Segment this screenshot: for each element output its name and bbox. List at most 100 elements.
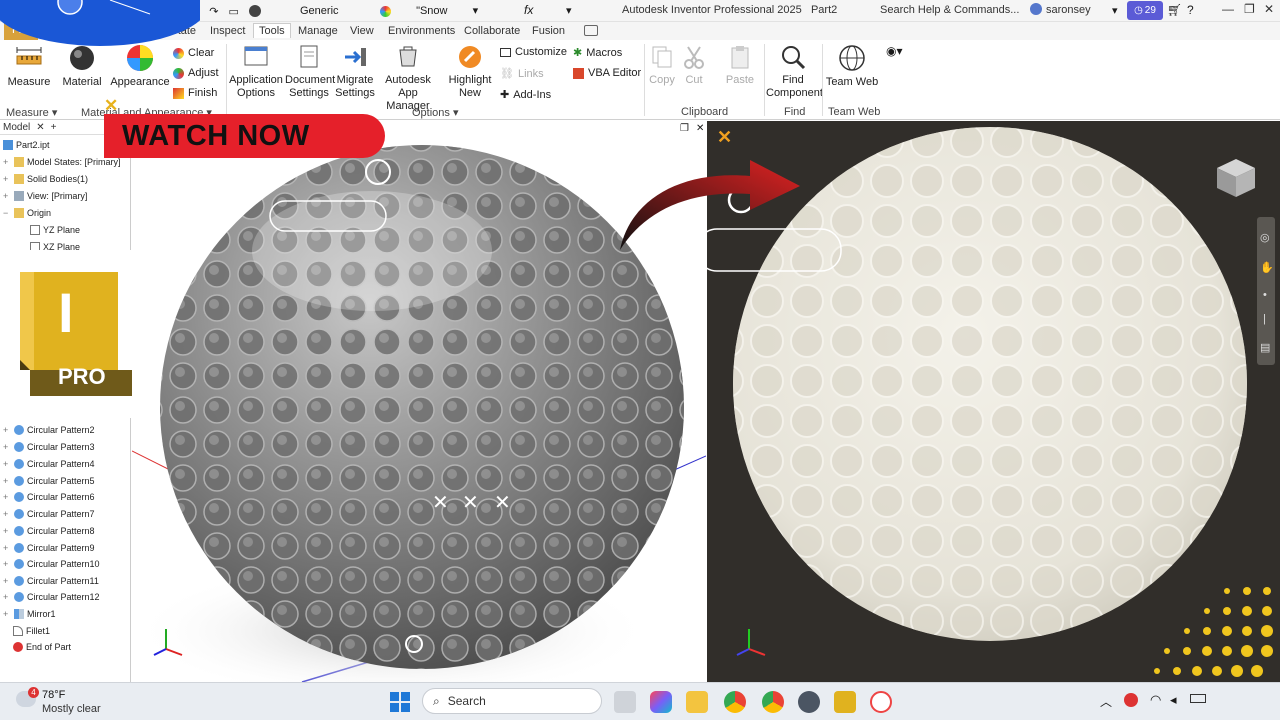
- volume-icon[interactable]: ◂: [1170, 692, 1177, 708]
- minimize-icon[interactable]: —: [1222, 2, 1234, 16]
- style-dropdown[interactable]: Generic ▾: [300, 4, 389, 17]
- tray-app-icon[interactable]: [1124, 693, 1138, 707]
- tab-inspect[interactable]: Inspect: [210, 25, 245, 37]
- view-cube-icon[interactable]: [1213, 155, 1259, 201]
- zoom-icon[interactable]: •: [1263, 289, 1267, 301]
- tree-item[interactable]: + Circular Pattern3: [3, 442, 95, 452]
- windows-start-icon[interactable]: [390, 692, 410, 712]
- orbit-icon[interactable]: |: [1263, 313, 1266, 325]
- wifi-icon[interactable]: ◠: [1150, 692, 1161, 708]
- expand-icon[interactable]: +: [3, 592, 11, 602]
- browser-tab-model[interactable]: Model: [3, 122, 30, 133]
- group-label-options[interactable]: Options ▾: [412, 106, 459, 119]
- expand-icon[interactable]: +: [3, 492, 11, 502]
- tree-item[interactable]: − Origin: [3, 208, 51, 218]
- appearance-button[interactable]: Appearance: [110, 44, 170, 89]
- fx-icon[interactable]: fx: [524, 3, 533, 17]
- tab-view[interactable]: View: [350, 25, 374, 37]
- close-icon[interactable]: ✕: [696, 123, 704, 134]
- tree-item[interactable]: + Mirror1: [3, 609, 56, 619]
- vba-editor-button[interactable]: VBA Editor: [573, 67, 641, 79]
- dropdown-chevron-icon[interactable]: ▾: [566, 4, 572, 17]
- look-at-icon[interactable]: ▤: [1260, 341, 1270, 354]
- highlight-new-button[interactable]: Highlight New: [444, 44, 496, 100]
- appearance-dropdown[interactable]: "Snow ▾: [380, 4, 478, 17]
- chrome-icon[interactable]: [724, 691, 746, 713]
- group-label-measure[interactable]: Measure ▾: [6, 106, 57, 119]
- tree-item[interactable]: YZ Plane: [30, 225, 80, 235]
- expand-icon[interactable]: +: [3, 509, 11, 519]
- close-icon[interactable]: ✕: [1264, 2, 1274, 16]
- watch-now-banner[interactable]: WATCH NOW: [104, 114, 385, 158]
- tree-item[interactable]: Fillet1: [13, 626, 50, 636]
- migrate-settings-button[interactable]: Migrate Settings: [334, 44, 376, 100]
- user-dropdown-icon[interactable]: ▾: [1112, 4, 1118, 17]
- measure-button[interactable]: Measure: [6, 44, 52, 89]
- tree-item[interactable]: + Circular Pattern11: [3, 576, 99, 586]
- document-settings-button[interactable]: Document Settings: [285, 44, 335, 100]
- tree-item[interactable]: Part2.ipt: [3, 140, 50, 150]
- expand-icon[interactable]: +: [3, 526, 11, 536]
- chrome-profile-icon[interactable]: [762, 691, 784, 713]
- ribbon-options-icon[interactable]: ◉▾: [886, 44, 903, 58]
- expand-icon[interactable]: +: [3, 476, 11, 486]
- user-icon[interactable]: [1030, 3, 1042, 15]
- tree-item[interactable]: + Circular Pattern12: [3, 592, 100, 602]
- expand-icon[interactable]: +: [3, 609, 11, 619]
- tab-fusion[interactable]: Fusion: [532, 25, 565, 37]
- tab-collaborate[interactable]: Collaborate: [464, 25, 520, 37]
- help-icon[interactable]: ?: [1187, 3, 1194, 17]
- help-search-field[interactable]: Search Help & Commands...: [880, 4, 1019, 16]
- steering-wheel-icon[interactable]: ◎: [1260, 231, 1270, 244]
- notification-badge[interactable]: ◷ 29: [1127, 1, 1163, 20]
- paste-button[interactable]: Paste: [724, 44, 756, 87]
- pan-icon[interactable]: ✋: [1260, 261, 1274, 274]
- application-options-button[interactable]: Application Options: [228, 44, 284, 100]
- customize-button[interactable]: Customize: [500, 46, 567, 58]
- expand-icon[interactable]: +: [3, 157, 11, 167]
- settings-gear-icon[interactable]: [798, 691, 820, 713]
- macros-button[interactable]: ✱ Macros: [573, 46, 622, 60]
- addins-button[interactable]: ✚ Add-Ins: [500, 88, 551, 102]
- tree-item[interactable]: + Solid Bodies(1): [3, 174, 88, 184]
- finish-button[interactable]: Finish: [173, 87, 217, 99]
- tree-item[interactable]: + Circular Pattern7: [3, 509, 95, 519]
- expand-icon[interactable]: +: [3, 191, 11, 201]
- expand-icon[interactable]: +: [3, 543, 11, 553]
- copilot-icon[interactable]: [650, 691, 672, 713]
- save-icon[interactable]: ▭: [228, 5, 238, 18]
- expand-icon[interactable]: +: [3, 425, 11, 435]
- app-manager-button[interactable]: Autodesk App Manager: [376, 44, 440, 113]
- team-web-button[interactable]: Team Web: [824, 44, 880, 89]
- file-explorer-icon[interactable]: [686, 691, 708, 713]
- adjust-appearance-button[interactable]: Adjust: [173, 67, 219, 79]
- tab-environments[interactable]: Environments: [388, 25, 455, 37]
- restore-icon[interactable]: ❐: [1244, 2, 1255, 16]
- tree-item[interactable]: + Circular Pattern10: [3, 559, 100, 569]
- battery-icon[interactable]: [1190, 694, 1206, 703]
- expand-icon[interactable]: +: [3, 459, 11, 469]
- tree-item[interactable]: + Circular Pattern2: [3, 425, 95, 435]
- app-circle-icon[interactable]: [870, 691, 892, 713]
- taskbar-search[interactable]: ⌕ Search: [422, 688, 602, 714]
- tree-item[interactable]: + Circular Pattern5: [3, 476, 95, 486]
- cut-button[interactable]: Cut: [681, 44, 707, 87]
- tree-item[interactable]: + Circular Pattern8: [3, 526, 95, 536]
- ribbon-toggle-icon[interactable]: [584, 25, 598, 36]
- tree-item[interactable]: End of Part: [13, 642, 71, 652]
- user-name[interactable]: saronsey: [1046, 4, 1091, 16]
- add-tab-icon[interactable]: +: [51, 122, 57, 133]
- tree-item[interactable]: + Circular Pattern4: [3, 459, 95, 469]
- tab-tools[interactable]: Tools: [253, 23, 291, 38]
- restore-icon[interactable]: ❐: [680, 123, 689, 134]
- expand-icon[interactable]: +: [3, 442, 11, 452]
- redo-icon[interactable]: ↷: [209, 5, 218, 18]
- tree-item[interactable]: + Circular Pattern9: [3, 543, 95, 553]
- tree-item[interactable]: + View: [Primary]: [3, 191, 87, 201]
- expand-icon[interactable]: +: [3, 174, 11, 184]
- expand-icon[interactable]: +: [3, 559, 11, 569]
- tree-item[interactable]: + Model States: [Primary]: [3, 157, 121, 167]
- tray-chevron-icon[interactable]: ︿: [1100, 693, 1112, 710]
- inventor-taskbar-icon[interactable]: [834, 691, 856, 713]
- close-icon[interactable]: ✕: [36, 122, 44, 133]
